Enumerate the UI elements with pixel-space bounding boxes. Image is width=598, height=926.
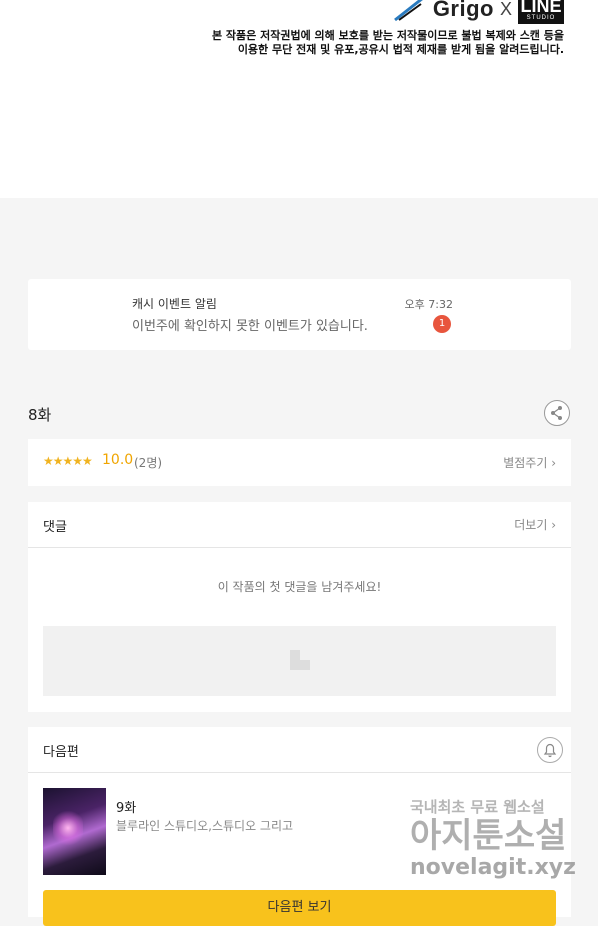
ad-placeholder[interactable] <box>43 626 556 696</box>
star-rating-icon: ★★★★★ <box>43 454 93 468</box>
copyright-notice: 본 작품은 저작권법에 의해 보호를 받는 저작물이므로 불법 복제와 스캔 등… <box>211 29 564 56</box>
notification-badge: 1 <box>433 315 451 333</box>
comments-more-link[interactable]: 더보기 › <box>514 516 556 533</box>
share-button[interactable] <box>544 400 570 426</box>
next-episode-number[interactable]: 9화 <box>116 797 136 816</box>
next-episode-thumbnail[interactable] <box>43 788 106 875</box>
rating-count: (2명) <box>134 456 163 470</box>
divider <box>28 772 571 773</box>
comments-empty-message: 이 작품의 첫 댓글을 남겨주세요! <box>217 580 382 594</box>
next-episode-author: 블루라인 스튜디오,스튜디오 그리고 <box>116 819 294 833</box>
publisher-logos: Grigo X LINE STUDIO <box>393 0 564 24</box>
notification-time: 오후 7:32 <box>404 298 453 311</box>
comments-title: 댓글 <box>43 520 67 535</box>
rate-button[interactable]: 별점주기 › <box>503 454 556 471</box>
cash-event-notification[interactable]: 캐시 이벤트 알림 이번주에 확인하지 못한 이벤트가 있습니다. 오후 7:3… <box>28 279 571 350</box>
pen-icon <box>393 0 427 22</box>
episode-title: 8화 <box>28 406 52 424</box>
notification-title: 캐시 이벤트 알림 <box>132 297 217 311</box>
grigo-logo: Grigo <box>432 0 494 21</box>
bell-icon[interactable] <box>537 737 563 763</box>
next-episode-button[interactable]: 다음편 보기 <box>43 890 556 926</box>
logo-separator: X <box>499 0 512 19</box>
comments-section: 댓글 더보기 › 이 작품의 첫 댓글을 남겨주세요! <box>28 502 571 712</box>
divider <box>28 547 571 548</box>
notification-message: 이번주에 확인하지 못한 이벤트가 있습니다. <box>132 319 368 334</box>
next-episode-section: 다음편 9화 블루라인 스튜디오,스튜디오 그리고 다음편 보기 <box>28 727 571 926</box>
rating-score: 10.0 <box>102 452 134 468</box>
header-area: Grigo X LINE STUDIO 본 작품은 저작권법에 의해 보호를 받… <box>0 0 598 198</box>
next-episode-title: 다음편 <box>43 745 79 760</box>
rating-card: ★★★★★ 10.0 (2명) 별점주기 › <box>28 439 571 486</box>
image-placeholder-icon <box>290 650 310 670</box>
share-icon <box>551 406 562 420</box>
line-studio-logo: LINE STUDIO <box>518 0 564 24</box>
